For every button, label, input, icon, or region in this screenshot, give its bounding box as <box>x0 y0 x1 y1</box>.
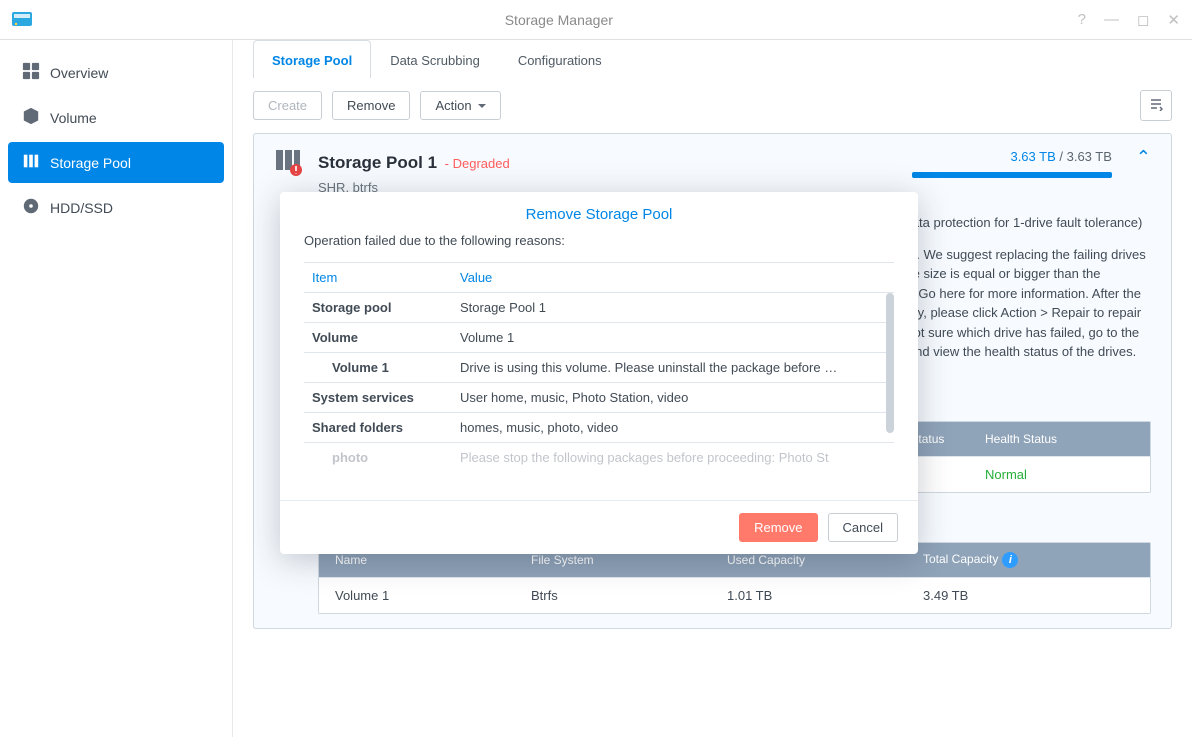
chevron-up-icon[interactable]: ⌃ <box>1136 148 1151 166</box>
window-title: Storage Manager <box>42 12 1076 28</box>
remove-button[interactable]: Remove <box>332 91 410 120</box>
sidebar-item-label: Volume <box>50 110 97 126</box>
sidebar-item-label: Storage Pool <box>50 155 131 171</box>
sidebar-item-hdd-ssd[interactable]: HDD/SSD <box>8 187 224 228</box>
storage-pool-icon <box>22 152 40 173</box>
tab-data-scrubbing[interactable]: Data Scrubbing <box>371 40 499 78</box>
create-button[interactable]: Create <box>253 91 322 120</box>
app-icon <box>10 8 34 32</box>
close-icon[interactable]: ✕ <box>1165 9 1182 31</box>
tabs: Storage Pool Data Scrubbing Configuratio… <box>233 40 1192 78</box>
dialog-cancel-button[interactable]: Cancel <box>828 513 898 542</box>
scrollbar[interactable] <box>886 293 894 433</box>
dialog-remove-button[interactable]: Remove <box>739 513 817 542</box>
sidebar-item-label: Overview <box>50 65 108 81</box>
dialog-message: Operation failed due to the following re… <box>304 233 894 248</box>
pool-icon <box>274 148 304 195</box>
overview-icon <box>22 62 40 83</box>
help-icon[interactable]: ? <box>1076 9 1088 31</box>
dialog-title: Remove Storage Pool <box>280 192 918 233</box>
maximize-icon[interactable]: ◻ <box>1135 9 1151 31</box>
remove-storage-pool-dialog: Remove Storage Pool Operation failed due… <box>280 192 918 554</box>
pool-capacity: 3.63 TB / 3.63 TB <box>912 148 1112 178</box>
toolbar: Create Remove Action <box>233 78 1192 133</box>
tab-configurations[interactable]: Configurations <box>499 40 621 78</box>
info-icon[interactable]: i <box>1002 552 1018 568</box>
sidebar: Overview Volume Storage Pool HDD/SSD <box>0 40 232 737</box>
titlebar: Storage Manager ? — ◻ ✕ <box>0 0 1192 40</box>
minimize-icon[interactable]: — <box>1102 9 1121 31</box>
error-table: Item Value Storage poolStorage Pool 1 Vo… <box>304 262 894 472</box>
sort-icon <box>1149 99 1163 114</box>
sidebar-item-overview[interactable]: Overview <box>8 52 224 93</box>
pool-status: - Degraded <box>441 156 510 171</box>
pool-title: Storage Pool 1 <box>318 153 437 172</box>
table-row[interactable]: Volume 1 Btrfs 1.01 TB 3.49 TB <box>319 577 1150 613</box>
sidebar-item-label: HDD/SSD <box>50 200 113 216</box>
sort-button[interactable] <box>1140 90 1172 121</box>
volume-icon <box>22 107 40 128</box>
tab-storage-pool[interactable]: Storage Pool <box>253 40 371 78</box>
sidebar-item-storage-pool[interactable]: Storage Pool <box>8 142 224 183</box>
action-button[interactable]: Action <box>420 91 500 120</box>
sidebar-item-volume[interactable]: Volume <box>8 97 224 138</box>
hdd-icon <box>22 197 40 218</box>
